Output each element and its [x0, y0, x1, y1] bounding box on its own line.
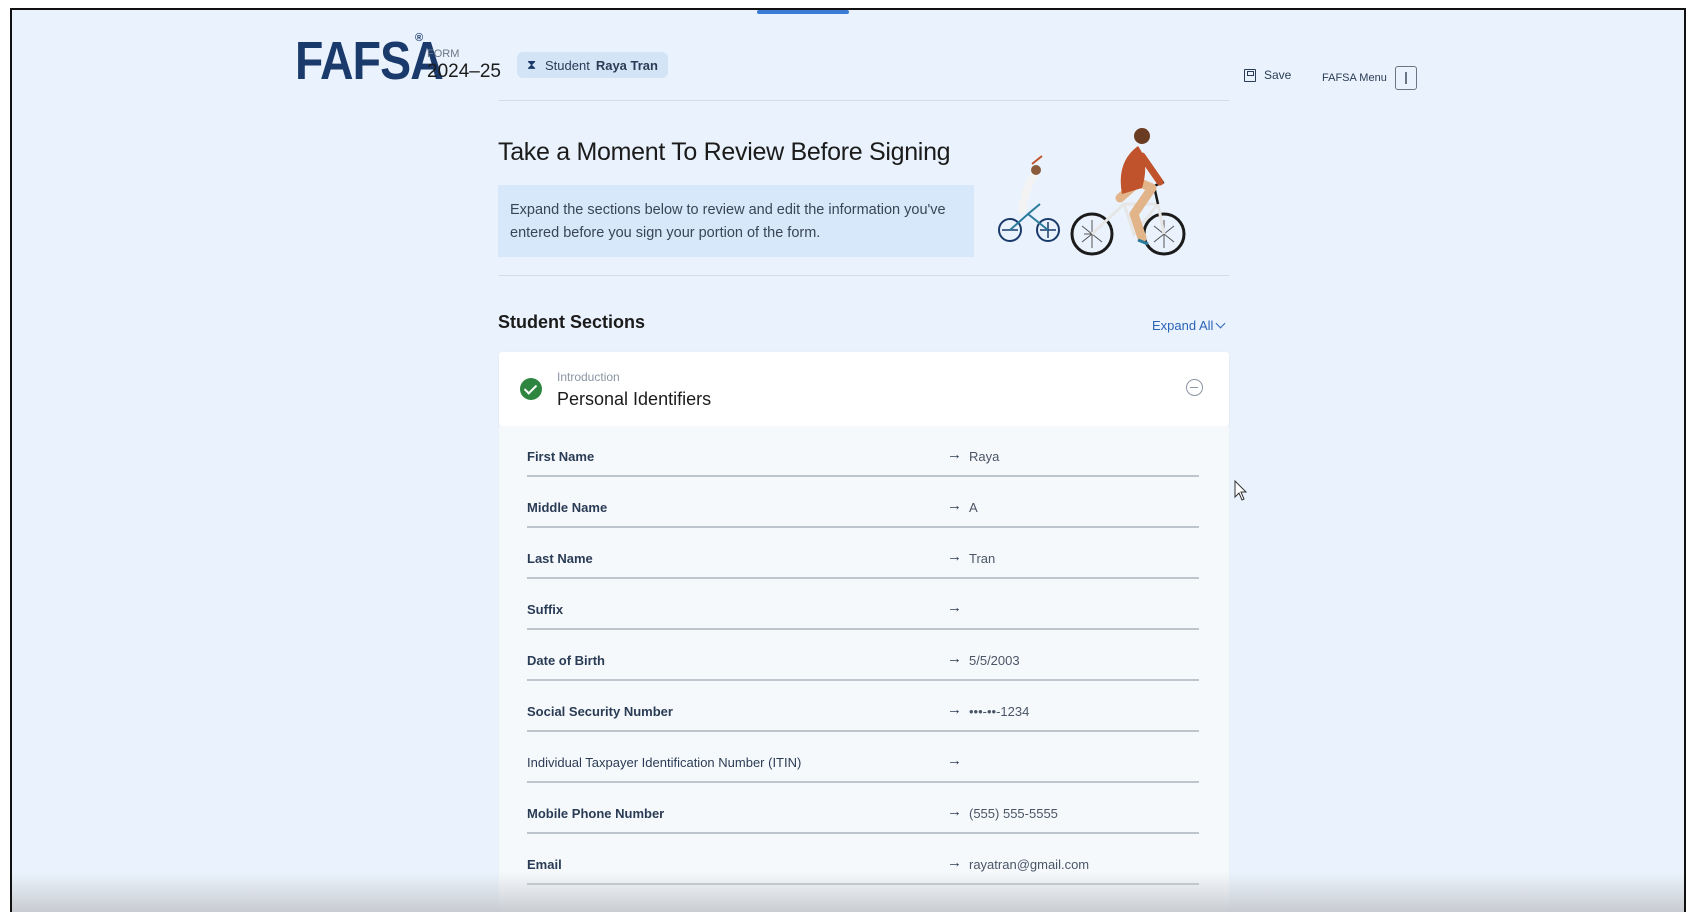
expand-all-label: Expand All — [1152, 318, 1214, 333]
row-value: rayatran@gmail.com — [969, 857, 1090, 872]
row-label: Individual Taxpayer Identification Numbe… — [527, 755, 802, 770]
arrow-right-icon: → — [947, 701, 962, 718]
table-row[interactable]: First Name → Raya — [527, 426, 1199, 477]
arrow-right-icon: → — [947, 854, 962, 871]
arrow-right-icon: → — [947, 752, 962, 769]
accordion-personal-identifiers[interactable]: Introduction Personal Identifiers — [499, 352, 1229, 426]
row-value: 5/5/2003 — [969, 653, 1020, 668]
table-row[interactable]: Individual Taxpayer Identification Numbe… — [527, 732, 1199, 783]
arrow-right-icon: → — [947, 650, 962, 667]
chevron-down-icon — [1215, 318, 1226, 329]
arrow-right-icon: → — [947, 548, 962, 565]
table-row[interactable]: Date of Birth → 5/5/2003 — [527, 630, 1199, 681]
menu-icon — [1394, 66, 1417, 90]
row-value: Tran — [969, 551, 996, 566]
row-value: •••-••-1234 — [969, 704, 1030, 719]
student-badge: ⧗ Student Raya Tran — [517, 52, 668, 78]
row-value: Raya — [969, 449, 1000, 464]
table-row[interactable]: Mobile Phone Number → (555) 555-5555 — [527, 783, 1199, 834]
row-label: Suffix — [527, 602, 564, 617]
row-label: Middle Name — [527, 500, 608, 515]
row-label: Email — [527, 857, 562, 872]
row-label: Social Security Number — [527, 704, 673, 719]
row-value: A — [969, 500, 978, 515]
header-divider — [499, 100, 1229, 101]
collapse-icon[interactable] — [1186, 379, 1203, 396]
mouse-cursor-icon — [1234, 480, 1248, 501]
save-button[interactable]: Save — [1244, 68, 1291, 82]
arrow-right-icon: → — [947, 446, 962, 463]
page-title: Take a Moment To Review Before Signing — [498, 138, 951, 166]
expand-all-button[interactable]: Expand All — [1152, 318, 1226, 333]
row-value: (555) 555-5555 — [969, 806, 1058, 821]
save-icon — [1244, 68, 1256, 82]
accordion-title: Personal Identifiers — [557, 389, 712, 409]
arrow-right-icon: → — [947, 803, 962, 820]
browser-viewport: FAFSA ® FORM 2024–25 ⧗ Student Raya Tran… — [10, 8, 1686, 912]
row-label: Date of Birth — [527, 653, 605, 668]
arrow-right-icon: → — [947, 497, 962, 514]
table-row[interactable]: Email → rayatran@gmail.com — [527, 834, 1199, 885]
table-row[interactable]: Last Name → Tran — [527, 528, 1199, 579]
cyclists-illustration — [998, 128, 1186, 256]
row-label: Mobile Phone Number — [527, 806, 665, 821]
student-name: Raya Tran — [595, 57, 658, 73]
save-label: Save — [1264, 68, 1292, 82]
section-heading: Student Sections — [498, 312, 646, 332]
table-row[interactable]: Middle Name → A — [527, 477, 1199, 528]
table-row[interactable]: Social Security Number → •••-••-1234 — [527, 681, 1199, 732]
hourglass-icon: ⧗ — [527, 57, 537, 72]
row-label: Last Name — [527, 551, 593, 566]
menu-label: FAFSA Menu — [1322, 72, 1387, 84]
arrow-right-icon: → — [947, 599, 962, 616]
student-prefix: Student — [545, 57, 590, 73]
table-row[interactable]: Suffix → — [527, 579, 1199, 630]
form-label: FORM — [427, 48, 460, 60]
form-year: 2024–25 — [427, 61, 501, 82]
accordion-overline: Introduction — [557, 370, 620, 384]
row-label: First Name — [527, 449, 595, 464]
scroll-indicator — [757, 10, 849, 14]
fafsa-menu-button[interactable]: FAFSA Menu — [1322, 66, 1417, 90]
hero-divider — [499, 275, 1229, 276]
check-circle-icon — [520, 378, 542, 400]
registered-mark: ® — [415, 32, 424, 44]
accordion-content: First Name → Raya Middle Name → A Last N… — [499, 426, 1229, 912]
instructions-note: Expand the sections below to review and … — [498, 185, 974, 257]
